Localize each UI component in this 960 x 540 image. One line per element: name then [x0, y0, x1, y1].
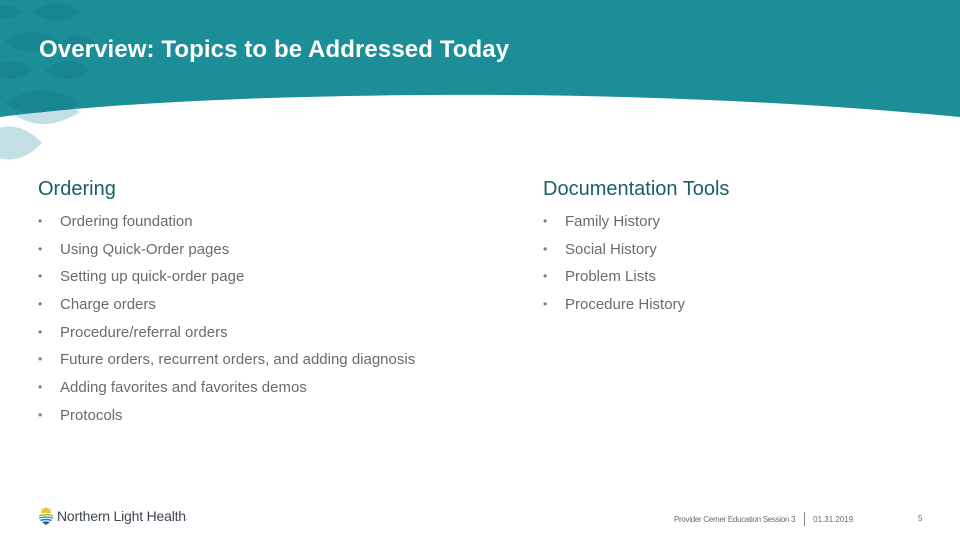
list-item: • Adding favorites and favorites demos [38, 374, 307, 402]
leaf-shape [0, 126, 42, 160]
list-item-text: Setting up quick-order page [60, 268, 245, 286]
documentation-tools-column: Documentation Tools • Family History • Soci… [543, 175, 729, 319]
bullet-icon: • [38, 352, 43, 367]
list-item: • Protocols [38, 402, 123, 430]
northern-light-health-logo: Northern Light Health . [38, 506, 188, 526]
list-item-text: Procedure/referral orders [60, 323, 228, 341]
sunrise-water-logo-icon [39, 507, 53, 525]
footer-session-title: Provider Cerner Education Session 3 [674, 514, 796, 524]
list-item-text: Procedure History [565, 296, 686, 314]
list-item: • Social History [543, 236, 729, 264]
bullet-icon: • [38, 324, 43, 339]
ordering-list: • Ordering foundation • Using Quick-Order p… [38, 208, 415, 430]
list-item-text: Protocols [60, 406, 123, 424]
list-item: • Procedure History [543, 291, 729, 319]
list-item-text: Ordering foundation [60, 213, 193, 230]
bullet-icon: • [543, 297, 548, 312]
slide-page-number: 5 [918, 514, 923, 523]
footer-separator [804, 512, 806, 526]
list-item: • Procedure/referral orders [38, 319, 228, 347]
slide-footer: Provider Cerner Education Session 3 01.3… [674, 512, 922, 526]
bullet-icon: • [543, 241, 548, 256]
slide-title: Overview: Topics to be Addressed Today [39, 36, 510, 63]
ordering-column: Ordering • Ordering foundation • Using Quic… [38, 175, 415, 430]
bullet-icon: • [38, 297, 43, 312]
header-banner [0, 0, 960, 160]
bullet-icon: • [38, 241, 43, 256]
bullet-icon: • [38, 269, 43, 284]
documentation-tools-list: • Family History • Social History • Problem L… [543, 208, 729, 319]
list-item-text: Future orders, recurrent orders, and add… [60, 351, 416, 369]
list-item-text: Adding favorites and favorites demos [60, 379, 307, 397]
bullet-icon: • [38, 214, 43, 228]
section-heading-documentation-tools: Documentation Tools [543, 178, 730, 200]
list-item: • Family History [543, 208, 729, 236]
list-item: • Using Quick-Order pages [38, 236, 229, 264]
list-item: • Ordering foundation [38, 208, 193, 236]
section-heading-ordering: Ordering [38, 178, 116, 200]
list-item: • Problem Lists [543, 263, 729, 291]
list-item-text: Problem Lists [565, 268, 656, 286]
list-item: • Charge orders [38, 291, 156, 319]
list-item-text: Charge orders [60, 296, 156, 314]
logo-text: Northern Light Health [57, 508, 186, 524]
bullet-icon: • [38, 407, 43, 422]
list-item: • Setting up quick-order page [38, 263, 244, 291]
footer-date: 01.31.2019 [813, 514, 854, 524]
bullet-icon: • [38, 380, 43, 395]
list-item-text: Using Quick-Order pages [60, 240, 230, 258]
logo-suffix: . [185, 516, 188, 522]
list-item: • Future orders, recurrent orders, and ad… [38, 346, 415, 374]
list-item-text: Family History [565, 213, 661, 230]
list-item-text: Social History [565, 240, 657, 258]
bullet-icon: • [543, 214, 548, 228]
bullet-icon: • [543, 269, 548, 284]
